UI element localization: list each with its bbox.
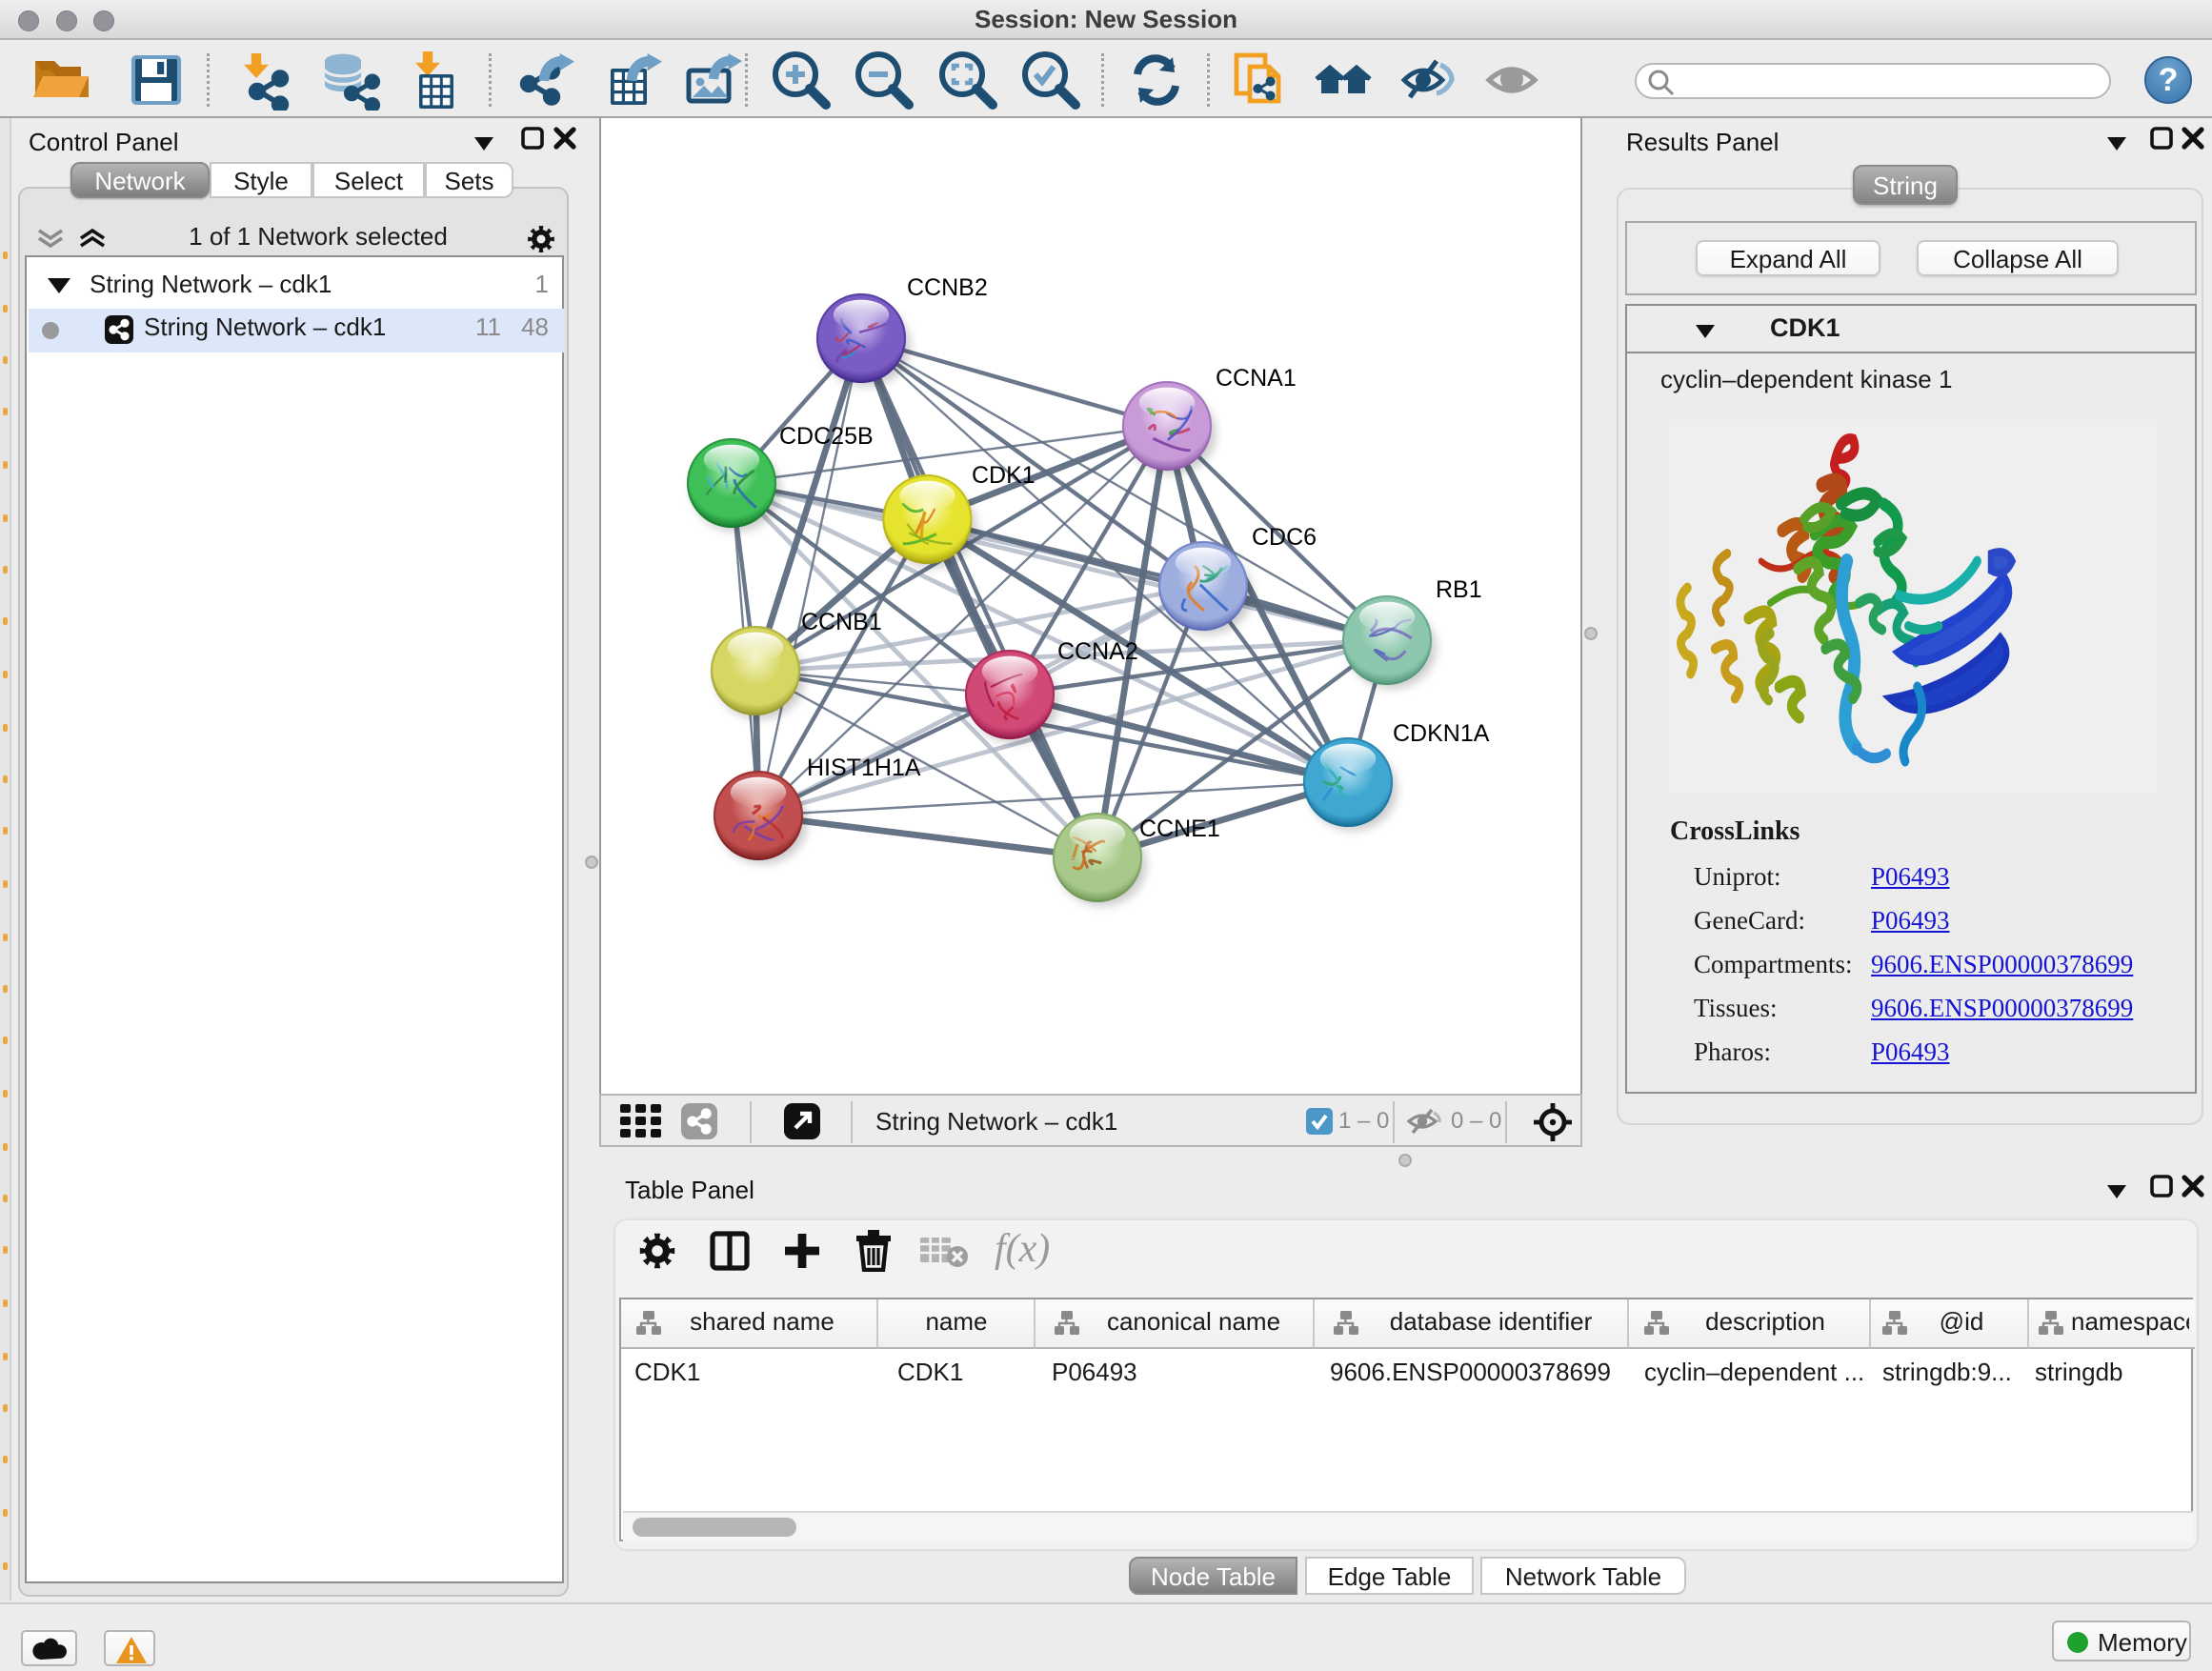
svg-text:CCNB1: CCNB1 — [801, 609, 882, 635]
svg-text:HIST1H1A: HIST1H1A — [807, 755, 921, 781]
svg-text:CDC6: CDC6 — [1252, 524, 1317, 551]
svg-text:CCNA1: CCNA1 — [1216, 365, 1297, 392]
svg-text:CCNB2: CCNB2 — [907, 274, 988, 301]
svg-text:CDC25B: CDC25B — [779, 423, 874, 450]
svg-text:CDK1: CDK1 — [972, 462, 1036, 489]
svg-text:CCNA2: CCNA2 — [1057, 638, 1138, 665]
svg-text:?: ? — [2159, 62, 2179, 98]
svg-text:CDKN1A: CDKN1A — [1393, 720, 1490, 747]
svg-text:CCNE1: CCNE1 — [1139, 815, 1220, 842]
svg-text:RB1: RB1 — [1436, 576, 1482, 603]
